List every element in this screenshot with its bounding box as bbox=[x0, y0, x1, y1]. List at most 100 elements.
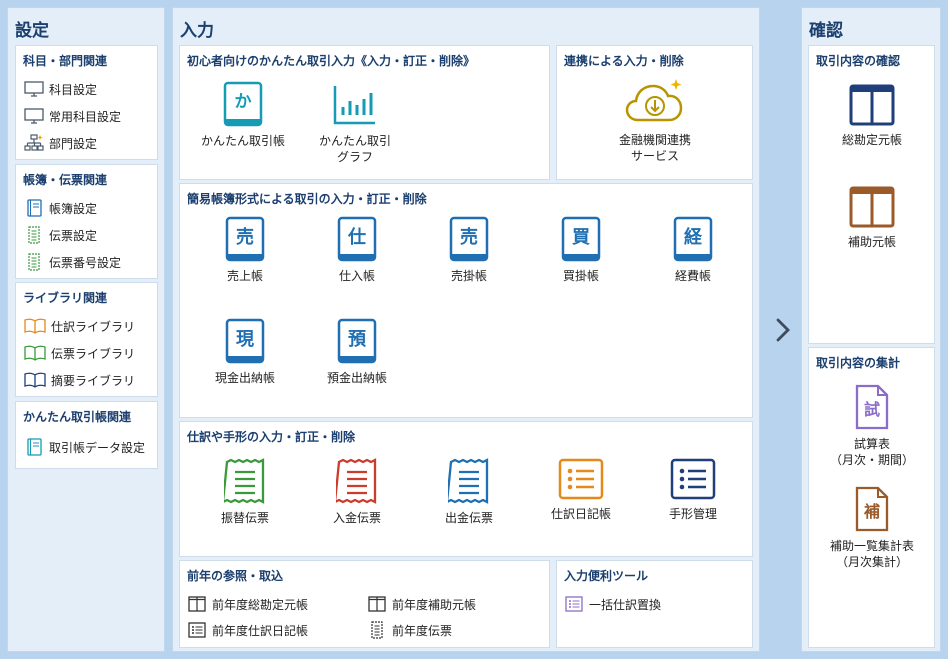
bar-chart-icon bbox=[333, 86, 375, 125]
monitor-icon bbox=[24, 81, 44, 97]
payable-book-button[interactable]: 買買掛帳 bbox=[526, 216, 636, 284]
ledger-data-settings-link[interactable]: 取引帳データ設定 bbox=[24, 436, 145, 458]
ledger-icon bbox=[368, 596, 386, 612]
tile-label: 現金出納帳 bbox=[214, 371, 275, 385]
tile-label: 買掛帳 bbox=[562, 269, 599, 283]
svg-text:預: 預 bbox=[348, 329, 367, 350]
general-ledger-icon bbox=[849, 84, 895, 126]
payable-book-icon: 買 bbox=[561, 216, 601, 262]
confirm-title: 確認 bbox=[809, 21, 843, 41]
easy-ledger-button[interactable]: か かんたん取引帳 bbox=[188, 81, 298, 149]
sub-summary-button[interactable]: 補 補助一覧集計表 （月次集計） bbox=[817, 486, 927, 570]
confirm-panel: 確認 取引内容の確認 総勘定元帳 補助元帳 取引内容の集計 試 試算表 （月次・… bbox=[801, 7, 941, 652]
common-account-settings-link[interactable]: 常用科目設定 bbox=[24, 105, 121, 127]
tile-label: 経費帳 bbox=[674, 269, 711, 283]
section-title: 取引内容の集計 bbox=[816, 356, 901, 370]
tile-label: 試算表 （月次・期間） bbox=[829, 437, 914, 467]
voucher-icon bbox=[371, 621, 383, 639]
group-title: ライブラリ関連 bbox=[23, 291, 108, 305]
prev-general-ledger-link[interactable]: 前年度総勘定元帳 bbox=[188, 593, 308, 615]
settings-group-books: 帳簿・伝票関連 帳簿設定 伝票設定 伝票番号設定 bbox=[15, 164, 158, 279]
purchase-book-button[interactable]: 仕仕入帳 bbox=[302, 216, 412, 284]
tile-label: 手形管理 bbox=[668, 507, 717, 521]
settings-group-library: ライブラリ関連 仕訳ライブラリ 伝票ライブラリ 摘要ライブラリ bbox=[15, 282, 158, 397]
receivable-book-button[interactable]: 売売掛帳 bbox=[414, 216, 524, 284]
book-icon bbox=[27, 199, 42, 217]
item-label: 常用科目設定 bbox=[49, 109, 122, 124]
tile-label: 入金伝票 bbox=[332, 511, 381, 525]
item-label: 前年度総勘定元帳 bbox=[212, 597, 309, 612]
input-title: 入力 bbox=[180, 21, 214, 41]
list-replace-icon bbox=[565, 596, 583, 612]
sub-ledger-icon bbox=[849, 186, 895, 228]
voucher-settings-link[interactable]: 伝票設定 bbox=[24, 224, 97, 246]
easy-graph-button[interactable]: かんたん取引 グラフ bbox=[300, 81, 410, 165]
bill-list-icon bbox=[670, 458, 716, 500]
item-label: 取引帳データ設定 bbox=[49, 440, 146, 455]
beginner-section: 初心者向けのかんたん取引入力《入力・訂正・削除》 か かんたん取引帳 かんたん取… bbox=[179, 45, 550, 180]
expense-book-button[interactable]: 経経費帳 bbox=[638, 216, 748, 284]
svg-text:補: 補 bbox=[863, 502, 880, 521]
transfer-voucher-button[interactable]: 振替伝票 bbox=[190, 458, 300, 526]
tile-label: 金融機関連携 サービス bbox=[618, 133, 691, 163]
section-title: 初心者向けのかんたん取引入力《入力・訂正・削除》 bbox=[187, 54, 476, 68]
svg-text:仕: 仕 bbox=[347, 226, 366, 248]
item-label: 一括仕訳置換 bbox=[589, 597, 662, 612]
cash-book-icon: 現 bbox=[225, 318, 265, 364]
sales-book-button[interactable]: 売売上帳 bbox=[190, 216, 300, 284]
expense-book-icon: 経 bbox=[673, 216, 713, 262]
bill-management-button[interactable]: 手形管理 bbox=[638, 458, 748, 522]
sales-book-icon: 売 bbox=[225, 216, 265, 262]
cash-book-button[interactable]: 現現金出納帳 bbox=[190, 318, 300, 386]
book-settings-link[interactable]: 帳簿設定 bbox=[24, 197, 97, 219]
tile-label: 総勘定元帳 bbox=[841, 133, 902, 147]
group-title: 帳簿・伝票関連 bbox=[23, 173, 108, 187]
item-label: 部門設定 bbox=[49, 136, 98, 151]
ledger-section: 簡易帳簿形式による取引の入力・訂正・削除 売売上帳仕仕入帳売売掛帳買買掛帳経経費… bbox=[179, 183, 753, 418]
department-settings-link[interactable]: 部門設定 bbox=[24, 132, 97, 154]
input-panel: 入力 初心者向けのかんたん取引入力《入力・訂正・削除》 か かんたん取引帳 かん… bbox=[172, 7, 760, 652]
tile-label: 売掛帳 bbox=[450, 269, 487, 283]
svg-text:か: か bbox=[235, 92, 252, 112]
open-book-icon bbox=[24, 345, 46, 361]
tile-label: 補助元帳 bbox=[847, 235, 896, 249]
settings-panel: 設定 科目・部門関連 科目設定 常用科目設定 部門設定 帳簿・伝票関連 帳簿設定… bbox=[7, 7, 165, 652]
voucher-library-link[interactable]: 伝票ライブラリ bbox=[24, 342, 135, 364]
section-title: 仕訳や手形の入力・訂正・削除 bbox=[187, 430, 356, 444]
payment-voucher-button[interactable]: 出金伝票 bbox=[414, 458, 524, 526]
settings-group-easy: かんたん取引帳関連 取引帳データ設定 bbox=[15, 401, 158, 469]
section-title: 前年の参照・取込 bbox=[187, 569, 284, 583]
cloud-download-icon bbox=[625, 79, 683, 122]
journal-book-button[interactable]: 仕訳日記帳 bbox=[526, 458, 636, 522]
journal-library-link[interactable]: 仕訳ライブラリ bbox=[24, 315, 135, 337]
bulk-replace-link[interactable]: 一括仕訳置換 bbox=[565, 593, 661, 615]
prev-voucher-link[interactable]: 前年度伝票 bbox=[368, 619, 452, 641]
voucher-icon bbox=[28, 226, 40, 244]
item-label: 科目設定 bbox=[49, 82, 98, 97]
monitor-icon bbox=[24, 108, 44, 124]
prev-year-section: 前年の参照・取込 前年度総勘定元帳 前年度補助元帳 前年度仕訳日記帳 前年度伝票 bbox=[179, 560, 550, 648]
receipt-voucher-button[interactable]: 入金伝票 bbox=[302, 458, 412, 526]
item-label: 伝票ライブラリ bbox=[51, 346, 136, 361]
tile-label: 預金出納帳 bbox=[326, 371, 387, 385]
open-book-icon bbox=[24, 372, 46, 388]
tools-section: 入力便利ツール 一括仕訳置換 bbox=[556, 560, 753, 648]
deposit-book-icon: 預 bbox=[337, 318, 377, 364]
prev-sub-ledger-link[interactable]: 前年度補助元帳 bbox=[368, 593, 476, 615]
bank-link-service-button[interactable]: 金融機関連携 サービス bbox=[600, 78, 710, 164]
svg-text:売: 売 bbox=[236, 226, 254, 248]
summary-section: 取引内容の集計 試 試算表 （月次・期間） 補 補助一覧集計表 （月次集計） bbox=[808, 347, 935, 648]
voucher-number-settings-link[interactable]: 伝票番号設定 bbox=[24, 251, 121, 273]
general-ledger-button[interactable]: 総勘定元帳 bbox=[817, 84, 927, 148]
chevron-right-icon bbox=[776, 318, 790, 342]
sub-ledger-button[interactable]: 補助元帳 bbox=[817, 186, 927, 250]
tile-label: 出金伝票 bbox=[444, 511, 493, 525]
settings-title: 設定 bbox=[15, 21, 49, 41]
tile-label: 売上帳 bbox=[226, 269, 263, 283]
prev-journal-book-link[interactable]: 前年度仕訳日記帳 bbox=[188, 619, 308, 641]
account-settings-link[interactable]: 科目設定 bbox=[24, 78, 97, 100]
summary-library-link[interactable]: 摘要ライブラリ bbox=[24, 369, 135, 391]
deposit-book-button[interactable]: 預預金出納帳 bbox=[302, 318, 412, 386]
item-label: 仕訳ライブラリ bbox=[51, 319, 136, 334]
trial-balance-button[interactable]: 試 試算表 （月次・期間） bbox=[817, 384, 927, 468]
